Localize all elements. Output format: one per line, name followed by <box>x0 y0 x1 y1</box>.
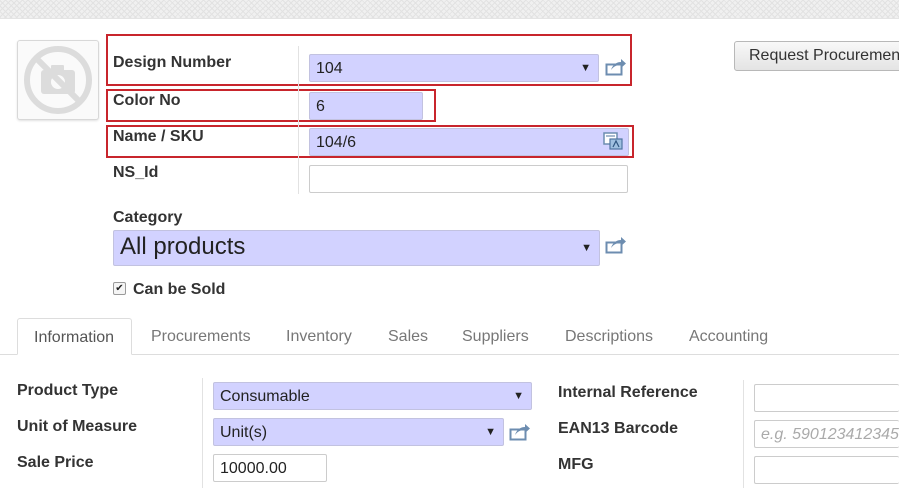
color-no-value: 6 <box>316 98 325 115</box>
external-link-icon[interactable] <box>509 423 531 441</box>
name-sku-value: 104/6 <box>316 134 357 151</box>
sale-price-value: 10000.00 <box>220 460 287 477</box>
product-type-select[interactable]: Consumable ▼ <box>213 382 532 410</box>
external-link-icon[interactable] <box>605 236 627 254</box>
product-type-label: Product Type <box>17 382 119 399</box>
color-no-label: Color No <box>113 92 181 109</box>
unit-of-measure-value: Unit(s) <box>220 424 268 441</box>
tab-descriptions[interactable]: Descriptions <box>549 318 669 355</box>
mfg-input[interactable] <box>754 456 899 484</box>
caret-down-icon: ▼ <box>581 242 592 254</box>
checkmark-icon: ✔ <box>115 283 124 294</box>
design-number-label: Design Number <box>113 54 232 71</box>
ean13-barcode-label: EAN13 Barcode <box>558 420 679 437</box>
no-camera-icon <box>24 46 92 114</box>
request-procurement-button[interactable]: Request Procurement <box>734 41 899 71</box>
design-number-select[interactable]: 104 ▼ <box>309 54 599 82</box>
color-no-input[interactable]: 6 <box>309 92 423 120</box>
ean13-barcode-input[interactable]: e.g. 5901234123457 <box>754 420 899 448</box>
tab-information[interactable]: Information <box>17 318 132 355</box>
tab-label: Inventory <box>286 328 352 345</box>
can-be-sold-checkbox[interactable]: ✔ <box>113 282 126 295</box>
info-separator-right <box>743 380 744 488</box>
design-number-value: 104 <box>316 60 343 77</box>
category-select[interactable]: All products ▼ <box>113 230 600 266</box>
tab-sales[interactable]: Sales <box>372 318 444 355</box>
tab-accounting[interactable]: Accounting <box>673 318 784 355</box>
tab-label: Accounting <box>689 328 769 345</box>
unit-of-measure-select[interactable]: Unit(s) ▼ <box>213 418 504 446</box>
internal-reference-input[interactable] <box>754 384 899 412</box>
can-be-sold-label: Can be Sold <box>133 281 226 298</box>
ns-id-input[interactable] <box>309 165 628 193</box>
category-label: Category <box>113 209 183 226</box>
tab-suppliers[interactable]: Suppliers <box>446 318 545 355</box>
request-procurement-label: Request Procurement <box>749 47 899 64</box>
ean13-barcode-placeholder: e.g. 5901234123457 <box>761 426 899 443</box>
tab-label: Sales <box>388 328 429 345</box>
product-type-value: Consumable <box>220 388 310 405</box>
header-separator <box>298 46 299 194</box>
product-image[interactable] <box>17 40 99 120</box>
caret-down-icon: ▼ <box>513 390 524 402</box>
sale-price-label: Sale Price <box>17 454 94 471</box>
tab-label: Information <box>34 329 115 346</box>
ns-id-label: NS_Id <box>113 164 159 181</box>
mfg-label: MFG <box>558 456 594 473</box>
tab-label: Procurements <box>151 328 251 345</box>
tab-procurements[interactable]: Procurements <box>135 318 267 355</box>
name-sku-label: Name / SKU <box>113 128 204 145</box>
caret-down-icon: ▼ <box>580 62 591 74</box>
tab-inventory[interactable]: Inventory <box>270 318 368 355</box>
sale-price-input[interactable]: 10000.00 <box>213 454 327 482</box>
tab-label: Suppliers <box>462 328 529 345</box>
caret-down-icon: ▼ <box>485 426 496 438</box>
internal-reference-label: Internal Reference <box>558 384 698 401</box>
info-separator-left <box>202 378 203 488</box>
name-sku-input[interactable]: 104/6 <box>309 128 629 156</box>
category-value: All products <box>120 233 246 260</box>
unit-of-measure-label: Unit of Measure <box>17 418 138 435</box>
tab-label: Descriptions <box>565 328 654 345</box>
external-link-icon[interactable] <box>605 58 627 76</box>
top-strip <box>0 0 899 19</box>
translate-icon[interactable] <box>603 132 623 150</box>
